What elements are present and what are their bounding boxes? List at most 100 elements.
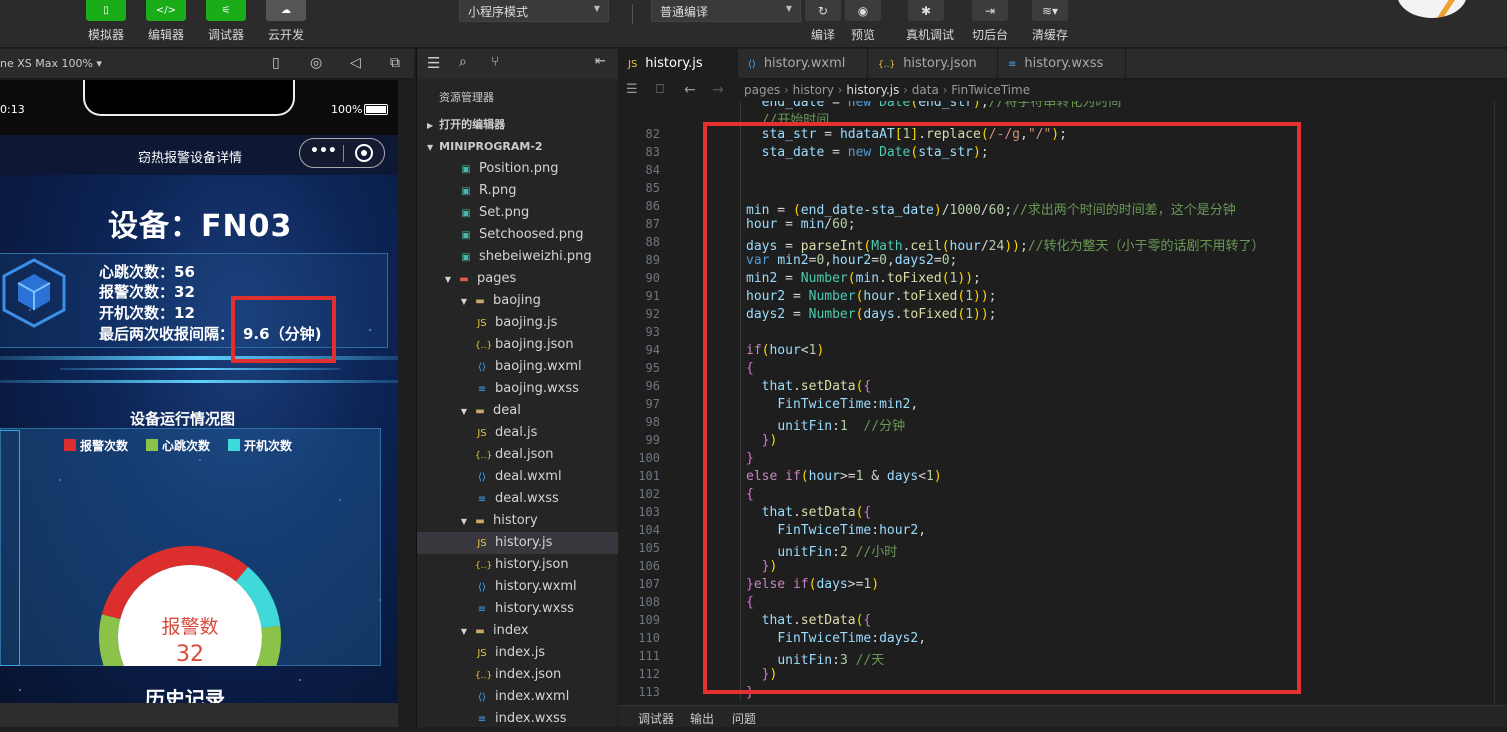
tree-item[interactable]: ▣ Setchoosed.png: [417, 224, 618, 246]
tree-item[interactable]: JS deal.js: [417, 422, 618, 444]
editor-tab-label: history.json: [903, 56, 977, 71]
tab-problems[interactable]: 问题: [732, 706, 756, 732]
cloud-dev-button[interactable]: ☁ 云开发: [256, 0, 316, 43]
breadcrumb-item[interactable]: data: [912, 83, 939, 97]
tree-item[interactable]: {..} history.json: [417, 554, 618, 576]
pie-center-value: 32: [176, 642, 204, 666]
tree-item[interactable]: ⟨⟩ index.wxml: [417, 686, 618, 708]
breadcrumb: ☰ ⎕ ← → pages › history › history.js › d…: [618, 79, 1507, 101]
line-number: 92: [645, 307, 660, 321]
remote-debug-button[interactable]: ✱ 真机调试: [906, 0, 955, 43]
code-token: ;: [980, 101, 989, 110]
tree-item[interactable]: ▼ ▬ deal: [417, 400, 618, 422]
device-select[interactable]: ne XS Max 100% ▾: [0, 57, 102, 70]
preview-button[interactable]: ◉ 预览: [843, 0, 883, 43]
open-editors-section[interactable]: ▶ 打开的编辑器: [417, 114, 618, 136]
tree-item[interactable]: JS baojing.js: [417, 312, 618, 334]
phone-icon[interactable]: ▯: [272, 55, 280, 71]
debugger-toggle-button[interactable]: ⚟ 调试器: [196, 0, 256, 43]
tree-item-label: deal.js: [495, 425, 538, 440]
tab-debugger[interactable]: 调试器: [638, 706, 674, 732]
remote-debug-label: 真机调试: [906, 28, 955, 42]
simulator-scrollbar[interactable]: [398, 80, 414, 727]
tree-item[interactable]: ▼ ▬ index: [417, 620, 618, 642]
collapse-panel-icon[interactable]: ⇤: [595, 54, 606, 69]
editor-tab[interactable]: ≡ history.wxss: [998, 49, 1126, 79]
switch-icon: ⇥: [972, 0, 1008, 21]
wxml-file-icon: ⟨⟩: [478, 362, 486, 373]
tree-item[interactable]: ▼ ▬ baojing: [417, 290, 618, 312]
branch-icon[interactable]: ⑂: [491, 54, 499, 70]
record-icon[interactable]: ◎: [310, 55, 322, 71]
breadcrumb-separator: ›: [833, 83, 847, 97]
breadcrumb-separator: ›: [899, 83, 912, 97]
line-number: 103: [638, 505, 660, 519]
tree-item[interactable]: ▣ Position.png: [417, 158, 618, 180]
tree-item[interactable]: ▣ Set.png: [417, 202, 618, 224]
debugger-label: 调试器: [207, 28, 244, 42]
compile-select[interactable]: 普通编译 ▼: [651, 0, 801, 22]
search-icon[interactable]: ⌕: [459, 54, 467, 70]
volume-icon[interactable]: ◁: [350, 55, 361, 71]
editor-tab[interactable]: JS history.js: [618, 49, 738, 79]
tree-item[interactable]: ⟨⟩ history.wxml: [417, 576, 618, 598]
line-number: 88: [645, 235, 660, 249]
tree-item[interactable]: ▼ ▬ pages: [417, 268, 618, 290]
tree-item[interactable]: ⟨⟩ baojing.wxml: [417, 356, 618, 378]
avatar[interactable]: [1397, 0, 1467, 18]
cloud-icon: ☁: [266, 0, 306, 21]
mode-select[interactable]: 小程序模式 ▼: [459, 0, 609, 22]
tree-item[interactable]: ≡ deal.wxss: [417, 488, 618, 510]
editor-tab[interactable]: {..} history.json: [868, 49, 998, 79]
line-number: 95: [645, 361, 660, 375]
breadcrumb-item[interactable]: history: [793, 83, 834, 97]
wxml-file-icon: ⟨⟩: [478, 692, 486, 703]
breadcrumb-item[interactable]: pages: [744, 83, 780, 97]
list-icon[interactable]: ☰: [427, 54, 440, 72]
chevron-down-icon: ▼: [785, 4, 792, 13]
preview-label: 预览: [850, 28, 875, 42]
line-number: 82: [645, 127, 660, 141]
line-number: 83: [645, 145, 660, 159]
alarm-count: 报警次数：32: [99, 283, 195, 301]
compile-button[interactable]: ↻ 编译: [803, 0, 843, 43]
tree-item[interactable]: JS history.js: [417, 532, 618, 554]
tree-item[interactable]: ▣ shebeiweizhi.png: [417, 246, 618, 268]
editor-scrollbar[interactable]: [1494, 101, 1507, 705]
tree-item-label: Setchoosed.png: [479, 227, 584, 242]
simulator-toggle-button[interactable]: ▯ 模拟器: [76, 0, 136, 43]
png-file-icon: ▣: [461, 252, 471, 263]
project-section[interactable]: ▼ MINIPROGRAM-2: [417, 136, 618, 158]
tree-item[interactable]: {..} deal.json: [417, 444, 618, 466]
tree-item[interactable]: JS index.js: [417, 642, 618, 664]
tree-item[interactable]: ≡ baojing.wxss: [417, 378, 618, 400]
tree-item[interactable]: ⟨⟩ deal.wxml: [417, 466, 618, 488]
list-icon[interactable]: ☰: [626, 79, 638, 101]
tree-item[interactable]: ▣ R.png: [417, 180, 618, 202]
editor-toggle-button[interactable]: </> 编辑器: [136, 0, 196, 43]
back-icon[interactable]: ‹: [0, 143, 1, 164]
background-button[interactable]: ⇥ 切后台: [970, 0, 1010, 43]
more-icon[interactable]: •••: [310, 143, 337, 159]
compile-label: 编译: [810, 28, 835, 42]
tree-item-label: history.json: [495, 557, 569, 572]
tree-item-label: baojing.json: [495, 337, 574, 352]
back-arrow-icon[interactable]: ←: [684, 79, 696, 101]
breadcrumb-item[interactable]: FinTwiceTime: [951, 83, 1030, 97]
close-mini-program-icon[interactable]: [355, 144, 373, 162]
folder-icon: ▬: [459, 274, 469, 285]
popout-icon[interactable]: ⧉: [390, 55, 400, 71]
breadcrumb-item[interactable]: history.js: [846, 83, 899, 97]
tree-item[interactable]: {..} baojing.json: [417, 334, 618, 356]
bookmark-icon[interactable]: ⎕: [656, 79, 664, 101]
sliders-icon: ⚟: [206, 0, 246, 21]
tree-item[interactable]: {..} index.json: [417, 664, 618, 686]
tree-item[interactable]: ▼ ▬ history: [417, 510, 618, 532]
forward-arrow-icon[interactable]: →: [712, 79, 724, 101]
compile-select-value: 普通编译: [660, 5, 709, 19]
tree-item[interactable]: ≡ history.wxss: [417, 598, 618, 620]
tab-output[interactable]: 输出: [690, 706, 714, 732]
clear-cache-button[interactable]: ≋▾ 清缓存: [1030, 0, 1070, 43]
editor-tab[interactable]: ⟨⟩ history.wxml: [738, 49, 868, 79]
